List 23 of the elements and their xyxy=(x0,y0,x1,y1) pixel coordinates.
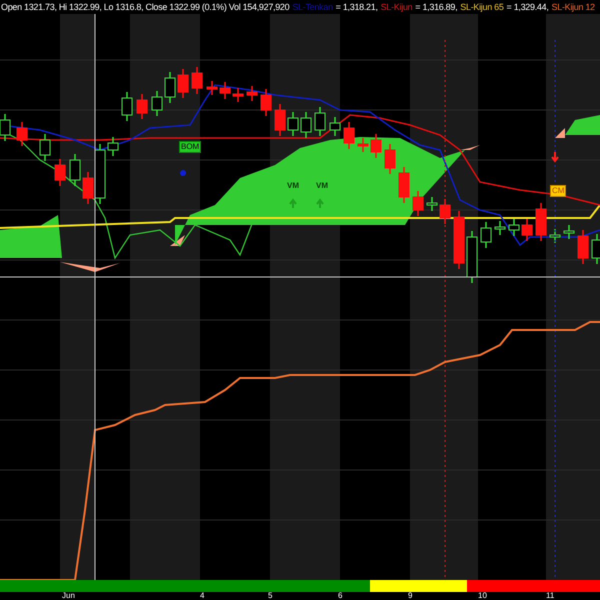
indicator-name: SL-Kijun 65 xyxy=(460,2,504,12)
signal-label: VM xyxy=(315,181,329,191)
axis-label: Jun xyxy=(62,592,75,600)
axis-label: 4 xyxy=(200,592,204,600)
axis-label: 9 xyxy=(408,592,412,600)
up-arrow-icon xyxy=(316,198,324,209)
axis-label: 6 xyxy=(338,592,342,600)
indicator-value: = 1,329.44, xyxy=(506,2,549,12)
signal-label: CM xyxy=(550,185,566,197)
axis-label: 10 xyxy=(478,592,487,600)
indicator-name: SL-Kijun xyxy=(380,2,412,12)
axis-label: 5 xyxy=(268,592,272,600)
ohlc-readout: Open 1321.73, Hi 1322.99, Lo 1316.8, Close 1322.99 (0.1%) Vol 154,927,920 xyxy=(1,2,290,12)
signal-dot xyxy=(180,170,186,176)
up-arrow-icon xyxy=(289,198,297,209)
signal-label: VM xyxy=(286,181,300,191)
indicator-name: SL-Tenkan xyxy=(292,2,333,12)
indicator-name: SL-Kijun 12 xyxy=(552,2,595,12)
down-arrow-icon xyxy=(551,151,559,163)
indicator-value: = 1,318.21, xyxy=(336,2,378,12)
axis-label: 11 xyxy=(546,592,554,600)
signal-label: BOM xyxy=(179,141,202,153)
indicator-value: = 1,316.89, xyxy=(415,2,458,12)
